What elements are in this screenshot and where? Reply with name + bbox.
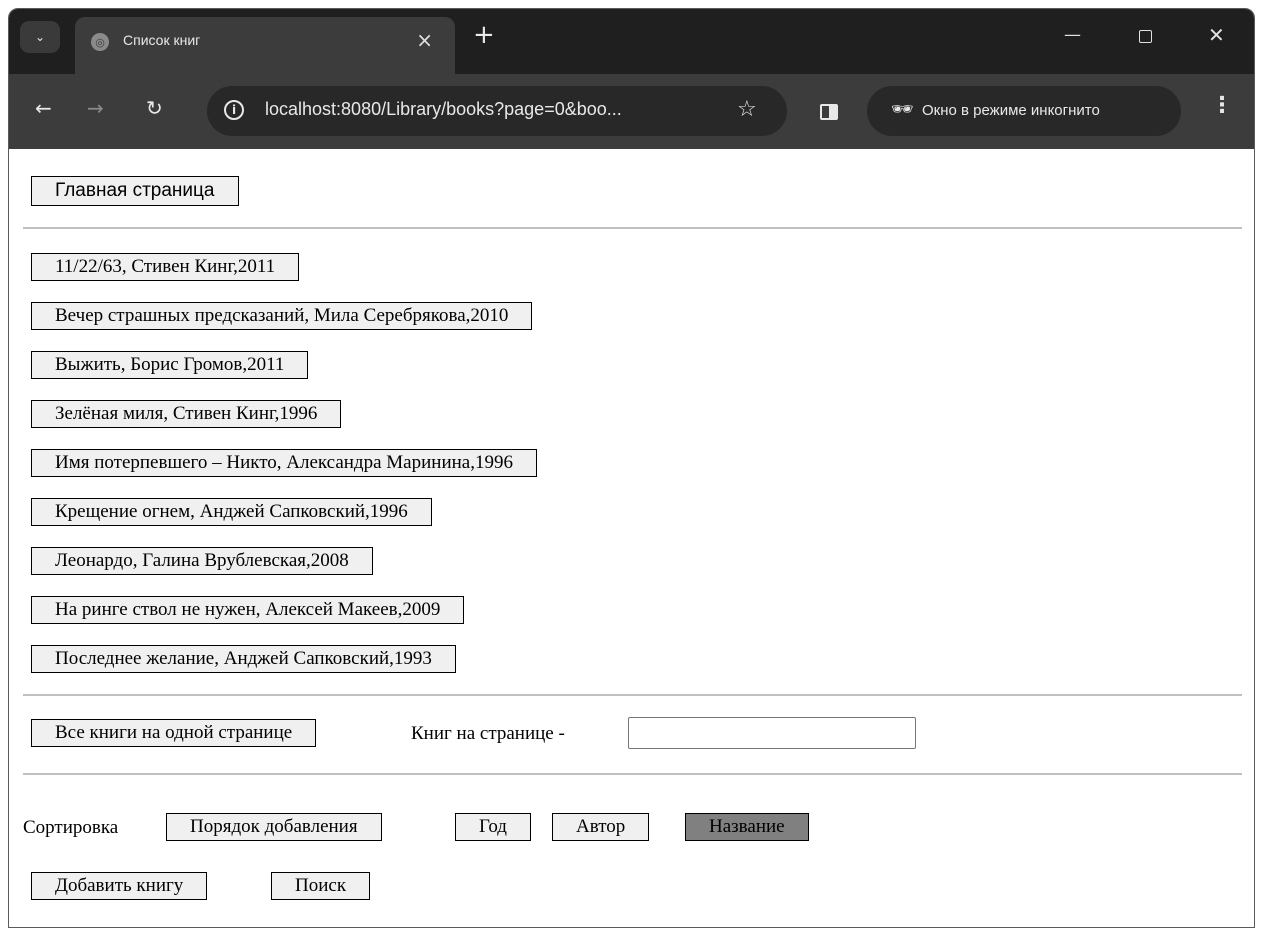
- globe-icon: ◎: [91, 33, 109, 51]
- new-tab-icon[interactable]: +: [473, 22, 495, 48]
- title-bar: ⌄ ◎ Список книг × + — ✕: [9, 9, 1254, 74]
- book-button[interactable]: Имя потерпевшего – Никто, Александра Мар…: [31, 449, 537, 477]
- address-bar[interactable]: i localhost:8080/Library/books?page=0&bo…: [207, 86, 787, 136]
- active-tab[interactable]: ◎ Список книг ×: [75, 17, 455, 74]
- book-button[interactable]: Крещение огнем, Анджей Сапковский,1996: [31, 498, 432, 526]
- site-info-icon[interactable]: i: [224, 100, 244, 120]
- book-button[interactable]: На ринге ствол не нужен, Алексей Макеев,…: [31, 596, 465, 624]
- minimize-icon[interactable]: —: [1064, 25, 1081, 45]
- incognito-indicator[interactable]: 🕶 Окно в режиме инкогнито: [867, 86, 1181, 136]
- window-close-icon[interactable]: ✕: [1208, 25, 1225, 45]
- home-button[interactable]: Главная страница: [31, 176, 239, 206]
- side-panel-icon[interactable]: [820, 104, 838, 120]
- book-button[interactable]: Выжить, Борис Громов,2011: [31, 351, 309, 379]
- tab-search-icon[interactable]: ⌄: [20, 21, 60, 53]
- per-page-label: Книг на странице -: [411, 723, 565, 744]
- close-tab-icon[interactable]: ×: [416, 28, 433, 52]
- browser-window: ⌄ ◎ Список книг × + — ✕ ← → ↻ i localhos…: [8, 8, 1255, 928]
- per-page-input[interactable]: [628, 717, 916, 749]
- incognito-icon: 🕶: [891, 99, 914, 120]
- forward-arrow-icon[interactable]: →: [87, 96, 104, 120]
- sort-order-added-button[interactable]: Порядок добавления: [166, 813, 382, 841]
- book-button[interactable]: Вечер страшных предсказаний, Мила Серебр…: [31, 302, 533, 330]
- tab-title: Список книг: [123, 32, 201, 48]
- page-content: Главная страница 11/22/63, Стивен Кинг,2…: [9, 149, 1254, 927]
- sort-title-button[interactable]: Название: [685, 813, 809, 841]
- maximize-icon[interactable]: [1139, 30, 1152, 43]
- book-button[interactable]: 11/22/63, Стивен Кинг,2011: [31, 253, 300, 281]
- book-button[interactable]: Леонардо, Галина Врублевская,2008: [31, 547, 373, 575]
- all-books-button[interactable]: Все книги на одной странице: [31, 719, 317, 747]
- divider: [23, 773, 1242, 775]
- divider: [23, 694, 1242, 696]
- book-button[interactable]: Зелёная миля, Стивен Кинг,1996: [31, 400, 342, 428]
- reload-icon[interactable]: ↻: [146, 96, 163, 120]
- sort-author-button[interactable]: Автор: [552, 813, 650, 841]
- url-text[interactable]: localhost:8080/Library/books?page=0&boo.…: [265, 99, 622, 120]
- sort-label: Сортировка: [23, 817, 119, 838]
- toolbar: ← → ↻ i localhost:8080/Library/books?pag…: [9, 74, 1254, 149]
- book-button[interactable]: Последнее желание, Анджей Сапковский,199…: [31, 645, 456, 673]
- kebab-menu-icon[interactable]: ⋮: [1211, 94, 1233, 118]
- search-button[interactable]: Поиск: [271, 872, 371, 900]
- add-book-button[interactable]: Добавить книгу: [31, 872, 208, 900]
- incognito-label: Окно в режиме инкогнито: [922, 102, 1100, 119]
- divider: [23, 227, 1242, 229]
- back-arrow-icon[interactable]: ←: [35, 96, 52, 120]
- bookmark-star-icon[interactable]: ☆: [737, 97, 757, 122]
- sort-year-button[interactable]: Год: [455, 813, 531, 841]
